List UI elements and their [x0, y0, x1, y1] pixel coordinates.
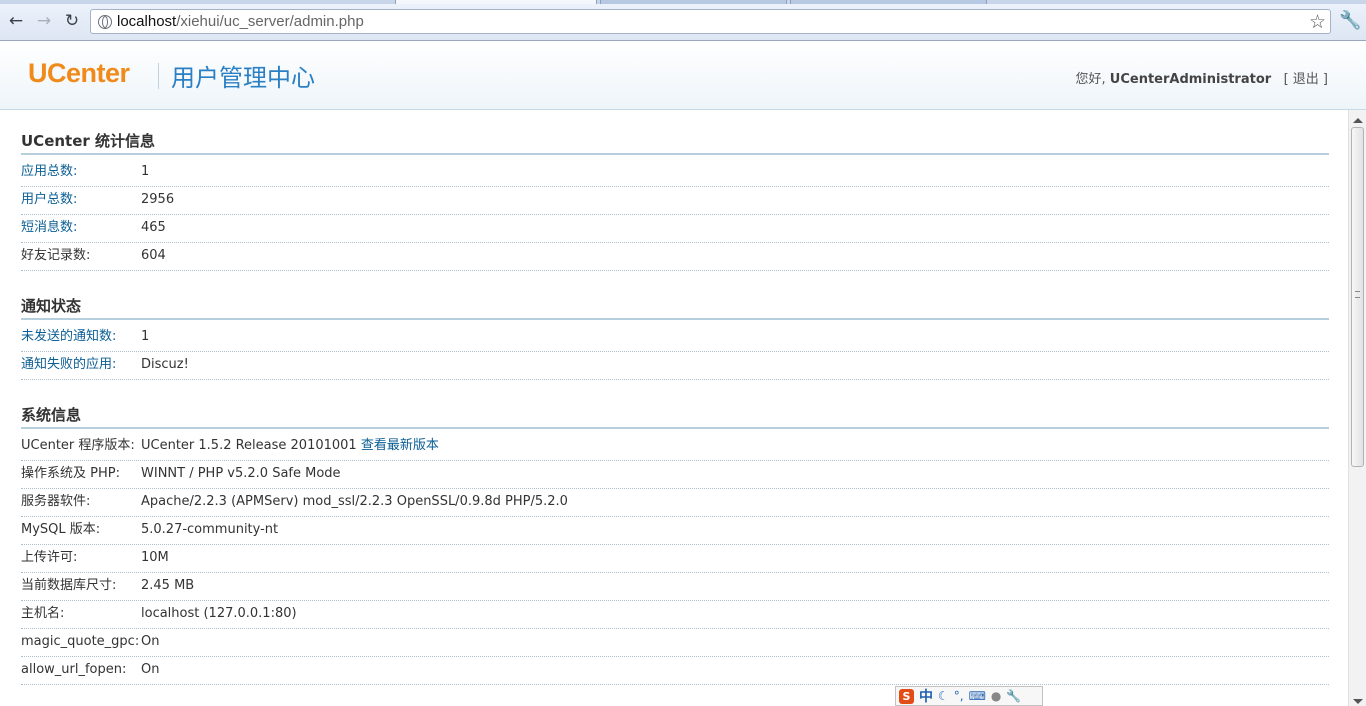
system-row: allow_url_fopen: On: [21, 656, 1329, 685]
keyboard-icon[interactable]: ⌨: [969, 689, 986, 703]
row-value: On: [141, 634, 160, 649]
wrench-icon[interactable]: 🔧: [1339, 10, 1361, 31]
user-bar: 您好, UCenterAdministrator [ 退出 ]: [1076, 68, 1329, 87]
forward-icon[interactable]: →: [33, 10, 55, 32]
stat-row: 用户总数: 2956: [21, 186, 1329, 215]
row-label: UCenter 程序版本:: [21, 438, 135, 453]
ucenter-logo[interactable]: UCenter: [28, 58, 130, 89]
system-row: 操作系统及 PHP: WINNT / PHP v5.2.0 Safe Mode: [21, 460, 1329, 489]
back-icon[interactable]: ←: [5, 10, 27, 32]
stat-row: 好友记录数: 604: [21, 242, 1329, 271]
row-value: UCenter 1.5.2 Release 20101001 查看最新版本: [141, 432, 439, 460]
row-label: 好友记录数:: [21, 248, 91, 263]
system-row: 服务器软件: Apache/2.2.3 (APMServ) mod_ssl/2.…: [21, 488, 1329, 517]
system-row: 当前数据库尺寸: 2.45 MB: [21, 572, 1329, 601]
row-value: 465: [141, 220, 166, 235]
row-label: allow_url_fopen:: [21, 662, 127, 677]
notify-row: 未发送的通知数: 1: [21, 323, 1329, 352]
main-content: UCenter 统计信息 应用总数: 1 用户总数: 2956 短消息数: 46…: [0, 110, 1348, 706]
row-label: magic_quote_gpc:: [21, 634, 140, 649]
row-value: 2.45 MB: [141, 578, 195, 593]
punctuation-icon[interactable]: °,: [954, 689, 964, 703]
tab[interactable]: [790, 0, 987, 4]
tab[interactable]: [600, 0, 787, 4]
row-value: 604: [141, 248, 166, 263]
notify-row: 通知失败的应用: Discuz!: [21, 351, 1329, 380]
system-row: UCenter 程序版本: UCenter 1.5.2 Release 2010…: [21, 432, 1329, 461]
section-divider: [21, 318, 1329, 320]
scroll-down-icon[interactable]: [1353, 699, 1363, 704]
row-label: 服务器软件:: [21, 494, 91, 509]
address-bar[interactable]: localhost/xiehui/uc_server/admin.php ☆: [90, 9, 1331, 34]
browser-toolbar: ← → ↻ localhost/xiehui/uc_server/admin.p…: [0, 0, 1366, 41]
section-title-notify: 通知状态: [21, 297, 82, 315]
row-label[interactable]: 通知失败的应用:: [21, 351, 116, 379]
page-subtitle: 用户管理中心: [171, 64, 315, 92]
row-value: WINNT / PHP v5.2.0 Safe Mode: [141, 466, 341, 481]
bookmark-star-icon[interactable]: ☆: [1309, 11, 1326, 33]
wrench-icon[interactable]: 🔧: [1006, 689, 1021, 703]
section-divider: [21, 427, 1329, 429]
user-icon[interactable]: ●: [991, 689, 1001, 703]
row-value: 10M: [141, 550, 169, 565]
page-header: UCenter 用户管理中心 您好, UCenterAdministrator …: [0, 41, 1366, 110]
stat-row: 短消息数: 465: [21, 214, 1329, 243]
row-label[interactable]: 未发送的通知数:: [21, 323, 116, 351]
version-text: UCenter 1.5.2 Release 20101001: [141, 438, 357, 453]
vertical-scrollbar[interactable]: [1348, 110, 1366, 706]
sogou-logo-icon[interactable]: S: [899, 688, 914, 704]
moon-icon[interactable]: ☾: [938, 689, 949, 703]
ime-mode-toggle[interactable]: 中: [919, 686, 933, 706]
row-label[interactable]: 短消息数:: [21, 214, 77, 242]
tab-strip: [0, 0, 1366, 4]
row-value: Discuz!: [141, 357, 189, 372]
row-label: 当前数据库尺寸:: [21, 578, 117, 593]
scroll-thumb[interactable]: [1351, 127, 1364, 467]
url-text: localhost/xiehui/uc_server/admin.php: [117, 13, 364, 30]
row-label[interactable]: 用户总数:: [21, 186, 77, 214]
stat-row: 应用总数: 1: [21, 158, 1329, 187]
logout-link[interactable]: [ 退出 ]: [1284, 72, 1328, 87]
logo-divider: [158, 63, 159, 89]
section-title-stats: UCenter 统计信息: [21, 132, 156, 150]
section-title-system: 系统信息: [21, 406, 82, 424]
row-label[interactable]: 应用总数:: [21, 158, 77, 186]
tab-active[interactable]: [395, 0, 597, 4]
ime-toolbar: S 中 ☾ °, ⌨ ● 🔧: [895, 686, 1043, 706]
row-value: localhost (127.0.0.1:80): [141, 606, 297, 621]
row-value: On: [141, 662, 160, 677]
row-label: 上传许可:: [21, 550, 78, 565]
row-value: 5.0.27-community-nt: [141, 522, 279, 537]
system-row: MySQL 版本: 5.0.27-community-nt: [21, 516, 1329, 545]
check-latest-version-link[interactable]: 查看最新版本: [361, 438, 439, 453]
system-row: 上传许可: 10M: [21, 544, 1329, 573]
row-label: 操作系统及 PHP:: [21, 466, 120, 481]
username: UCenterAdministrator: [1109, 72, 1272, 87]
row-value: Apache/2.2.3 (APMServ) mod_ssl/2.2.3 Ope…: [141, 494, 568, 509]
system-row: 主机名: localhost (127.0.0.1:80): [21, 600, 1329, 629]
section-divider: [21, 153, 1329, 155]
row-label: 主机名:: [21, 606, 65, 621]
row-value: 1: [141, 164, 150, 179]
row-value: 1: [141, 329, 150, 344]
reload-icon[interactable]: ↻: [61, 10, 83, 32]
row-value: 2956: [141, 192, 175, 207]
greeting-text: 您好,: [1075, 72, 1106, 87]
system-row: magic_quote_gpc: On: [21, 628, 1329, 657]
globe-icon: [98, 15, 112, 29]
scroll-up-icon[interactable]: [1353, 118, 1363, 123]
row-label: MySQL 版本:: [21, 522, 101, 537]
